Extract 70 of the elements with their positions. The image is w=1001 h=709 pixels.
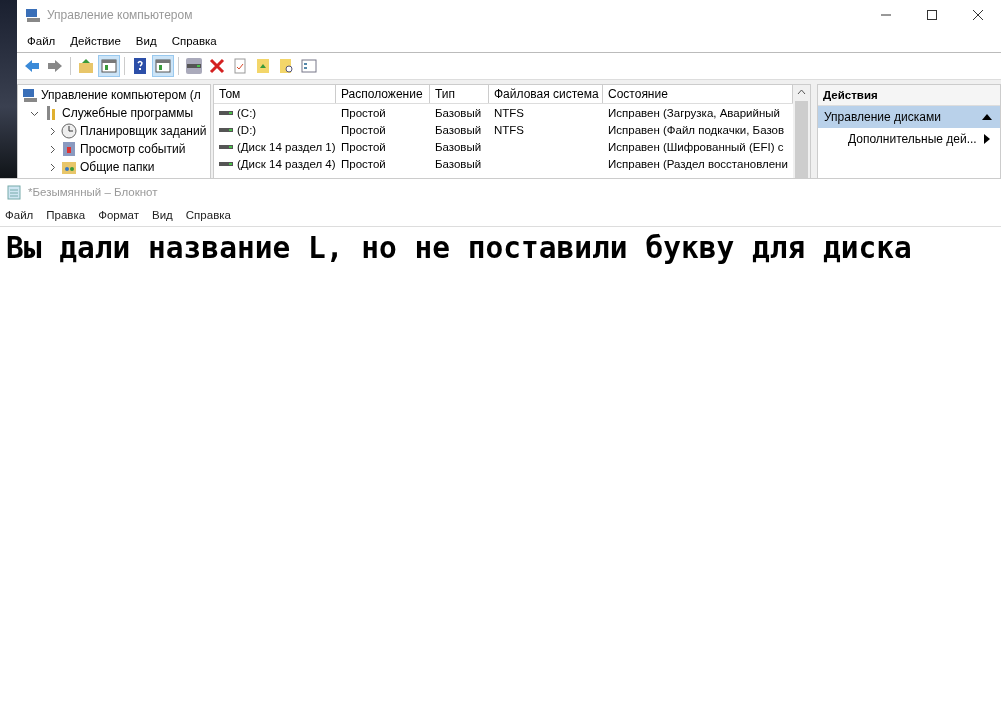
menu-item[interactable]: Справка: [185, 209, 231, 221]
folder-icon: [254, 57, 272, 75]
table-cell: Исправен (Раздел восстановлени: [608, 157, 788, 170]
help-icon: [131, 57, 149, 75]
table-cell: Исправен (Файл подкачки, Базов: [608, 123, 785, 136]
menu-item[interactable]: Правка: [46, 209, 86, 221]
expand-icon[interactable]: [48, 162, 58, 172]
table-cell: (Диск 14 раздел 4): [237, 157, 336, 170]
table-cell: (Диск 14 раздел 1): [237, 140, 336, 153]
table-cell: Базовый: [435, 106, 482, 119]
back-arrow-icon: [23, 57, 41, 75]
table-cell: Базовый: [435, 140, 482, 153]
pane-toggle-button[interactable]: [152, 55, 174, 77]
scrollbar[interactable]: [793, 85, 810, 178]
column-header[interactable]: Файловая система: [489, 85, 603, 103]
shared-folder-icon: [61, 159, 77, 175]
collapse-icon: [982, 112, 992, 122]
delete-icon: [208, 57, 226, 75]
table-cell: Исправен (Шифрованный (EFI) с: [608, 140, 784, 153]
tree-item[interactable]: Планировщик заданий: [80, 124, 207, 138]
folder-search-icon: [277, 57, 295, 75]
menu-item[interactable]: Файл: [5, 209, 34, 221]
computer-icon: [25, 7, 41, 23]
drive-button[interactable]: [183, 55, 205, 77]
clock-icon: [61, 123, 77, 139]
tree-item[interactable]: Просмотр событий: [80, 142, 186, 156]
folder-icon: [77, 57, 95, 75]
document-icon: [231, 57, 249, 75]
menu-item[interactable]: Формат: [98, 209, 139, 221]
table-cell: (D:): [237, 123, 257, 136]
table-cell: Простой: [341, 123, 386, 136]
text-editor[interactable]: Вы дали название L, но не поставили букву для диска: [0, 227, 1001, 705]
event-log-icon: [61, 141, 77, 157]
forward-arrow-icon: [46, 57, 64, 75]
actions-header: Действия: [818, 85, 1000, 106]
action-item[interactable]: Управление дисками: [818, 106, 1000, 128]
pane-toggle-button[interactable]: [98, 55, 120, 77]
tree-item[interactable]: Служебные программы: [62, 106, 194, 120]
tree-item[interactable]: Общие папки: [80, 160, 155, 174]
tree-item[interactable]: Управление компьютером (л: [41, 88, 201, 102]
submenu-arrow-icon: [982, 134, 992, 144]
list-icon: [300, 57, 318, 75]
column-header[interactable]: Том: [214, 85, 336, 103]
menu-item[interactable]: Действие: [70, 35, 129, 47]
editor-text: Вы дали название L, но не поставили букву для диска: [6, 231, 912, 265]
table-cell: Простой: [341, 140, 386, 153]
menu-item[interactable]: Вид: [135, 35, 165, 47]
table-cell: NTFS: [494, 106, 525, 119]
menu-item[interactable]: Вид: [152, 209, 173, 221]
column-header[interactable]: Расположение: [336, 85, 430, 103]
table-cell: Простой: [341, 106, 386, 119]
menu-item[interactable]: Файл: [27, 35, 64, 47]
action-item[interactable]: Дополнительные дей...: [818, 128, 1000, 150]
menu-item[interactable]: Справка: [171, 35, 225, 47]
table-cell: Исправен (Загрузка, Аварийный: [608, 106, 780, 119]
window-title: Управление компьютером: [47, 8, 193, 22]
notepad-icon: [6, 183, 22, 200]
pane-icon: [100, 57, 118, 75]
column-header[interactable]: Тип: [430, 85, 489, 103]
table-cell: (C:): [237, 106, 257, 119]
window-title: *Безымянный – Блокнот: [28, 185, 158, 198]
computer-icon: [22, 87, 38, 103]
pane-icon: [154, 57, 172, 75]
expand-icon[interactable]: [48, 144, 58, 154]
table-cell: Базовый: [435, 157, 482, 170]
table-cell: Базовый: [435, 123, 482, 136]
table-cell: Простой: [341, 157, 386, 170]
table-cell: NTFS: [494, 123, 525, 136]
expand-icon[interactable]: [48, 126, 58, 136]
drive-icon: [185, 57, 203, 75]
